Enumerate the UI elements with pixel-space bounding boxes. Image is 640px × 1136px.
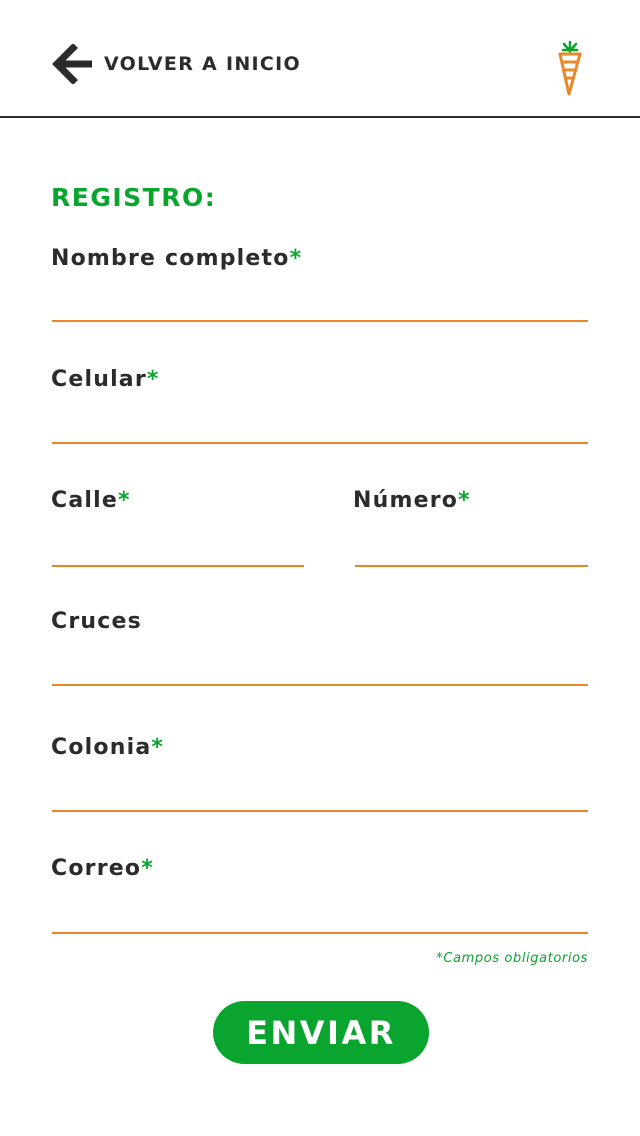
number-label: Número	[353, 488, 459, 513]
arrow-left-icon	[52, 44, 92, 84]
full-name-label: Nombre completo	[51, 246, 290, 271]
number-input[interactable]	[355, 531, 588, 567]
required-asterisk: *	[141, 856, 154, 881]
full-name-input[interactable]	[52, 286, 588, 322]
email-field: Correo*	[51, 856, 589, 934]
neighborhood-label: Colonia	[51, 735, 152, 760]
cross-streets-field: Cruces	[51, 609, 589, 686]
full-name-field: Nombre completo*	[51, 246, 589, 322]
number-field: Número*	[353, 488, 589, 567]
cross-streets-input[interactable]	[52, 650, 588, 686]
top-bar: VOLVER A INICIO	[0, 0, 640, 118]
street-label: Calle	[51, 488, 118, 513]
neighborhood-input[interactable]	[52, 776, 588, 812]
carrot-icon	[558, 40, 582, 96]
street-input[interactable]	[52, 531, 304, 567]
required-fields-note: *Campos obligatorios	[436, 951, 588, 966]
phone-field: Celular*	[51, 367, 589, 444]
street-field: Calle*	[51, 488, 305, 567]
phone-label: Celular	[51, 367, 147, 392]
required-asterisk: *	[146, 367, 160, 392]
required-asterisk: *	[118, 488, 131, 513]
back-to-home-label: VOLVER A INICIO	[104, 53, 301, 75]
required-asterisk: *	[151, 735, 165, 760]
email-input[interactable]	[52, 898, 588, 934]
back-to-home-link[interactable]: VOLVER A INICIO	[52, 44, 301, 84]
registration-title: REGISTRO:	[51, 183, 217, 212]
cross-streets-label: Cruces	[51, 609, 142, 634]
neighborhood-field: Colonia*	[51, 735, 589, 812]
required-asterisk: *	[458, 488, 471, 513]
email-label: Correo	[51, 856, 142, 881]
required-asterisk: *	[289, 246, 303, 271]
phone-input[interactable]	[52, 408, 588, 444]
submit-button[interactable]: ENVIAR	[213, 1001, 429, 1064]
